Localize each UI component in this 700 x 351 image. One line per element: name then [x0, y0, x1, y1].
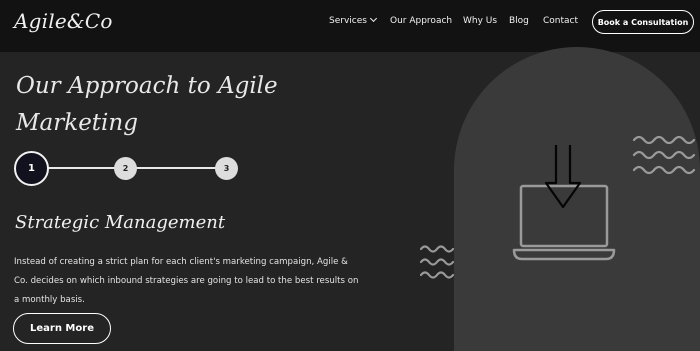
page-title: Our Approach to Agile Marketing: [16, 73, 278, 136]
section-heading: Strategic Management: [15, 212, 226, 233]
step-2[interactable]: 2: [114, 157, 137, 180]
section-body: Instead of creating a strict plan for ea…: [14, 257, 359, 305]
arch-shape: [454, 47, 700, 351]
step-1-active[interactable]: 1: [14, 151, 49, 186]
learn-more-button[interactable]: Learn More: [13, 313, 111, 344]
step-3[interactable]: 3: [215, 157, 238, 180]
wave-lines-left: [419, 245, 455, 279]
